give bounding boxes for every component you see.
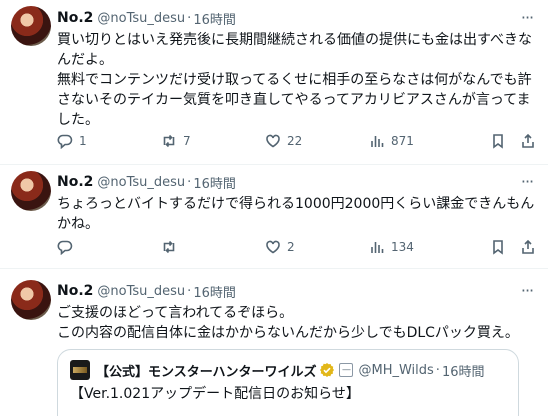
quoted-tweet-text: 【Ver.1.021アップデート配信日のお知らせ】 (70, 386, 360, 402)
tweet-header: No.2 @noTsu_desu · 16時間 (57, 281, 536, 301)
tweet-text: ちょろっとバイトするだけで得られる1000円2000円くらい課金できんもんかね。 (57, 196, 535, 232)
quoted-avatar[interactable] (70, 360, 90, 380)
more-options-icon[interactable]: ··· (518, 8, 536, 27)
author-handle[interactable]: @noTsu_desu (97, 284, 185, 299)
share-button[interactable] (520, 133, 536, 149)
quoted-timestamp[interactable]: 16時間 (442, 361, 485, 380)
quoted-author-handle[interactable]: @MH_Wilds (358, 363, 433, 378)
timestamp[interactable]: 16時間 (193, 282, 236, 301)
bookmark-icon (493, 240, 503, 255)
retweet-button[interactable] (161, 239, 265, 255)
views-count: 871 (391, 134, 414, 148)
views-button[interactable]: 871 (369, 133, 473, 149)
retweet-icon (163, 134, 175, 148)
like-button[interactable]: 2 (265, 239, 369, 255)
reply-button[interactable] (57, 239, 161, 255)
timeline: No.2 @noTsu_desu · 16時間 ··· 買い切りとはいえ発売後に… (0, 0, 548, 416)
retweet-icon (163, 240, 175, 254)
reply-icon (57, 134, 73, 149)
verified-badge-icon (320, 363, 335, 377)
views-button[interactable]: 134 (369, 239, 473, 255)
timestamp[interactable]: 16時間 (193, 9, 236, 28)
reply-button[interactable]: 1 (57, 133, 161, 149)
tweet[interactable]: No.2 @noTsu_desu · 16時間 ··· 買い切りとはいえ発売後に… (0, 0, 548, 165)
tweet-body: No.2 @noTsu_desu · 16時間 ··· 買い切りとはいえ発売後に… (57, 8, 536, 130)
tweet[interactable]: No.2 @noTsu_desu · 16時間 ··· ご支援のほどって言われて… (0, 269, 548, 416)
share-icon (522, 133, 534, 148)
avatar[interactable] (11, 171, 51, 211)
tweet-header: No.2 @noTsu_desu · 16時間 (57, 172, 536, 192)
tweet-actions: 2 134 (57, 237, 536, 257)
retweet-button[interactable]: 7 (161, 133, 265, 149)
quoted-author-name[interactable]: 【公式】モンスターハンターワイルズ (96, 361, 316, 380)
bookmark-button[interactable] (490, 239, 506, 255)
author-handle[interactable]: @noTsu_desu (97, 11, 185, 26)
tweet-text: ご支援のほどって言われてるぞほら。 この内容の配信自体に金はかからないんだから少… (57, 305, 519, 341)
tweet[interactable]: No.2 @noTsu_desu · 16時間 ··· ちょろっとバイトするだけ… (0, 165, 548, 269)
bookmark-icon (493, 134, 503, 149)
tweet-header: No.2 @noTsu_desu · 16時間 (57, 8, 536, 28)
share-icon (522, 239, 534, 254)
timestamp[interactable]: 16時間 (193, 173, 236, 192)
share-button[interactable] (520, 239, 536, 255)
author-handle[interactable]: @noTsu_desu (97, 175, 185, 190)
separator-dot: · (187, 174, 192, 190)
separator-dot: · (187, 283, 192, 299)
like-count: 22 (287, 134, 303, 148)
views-count: 134 (391, 240, 414, 254)
tweet-body: No.2 @noTsu_desu · 16時間 ··· ちょろっとバイトするだけ… (57, 172, 536, 234)
affiliate-badge-icon: — (339, 363, 354, 377)
tweet-body: No.2 @noTsu_desu · 16時間 ··· ご支援のほどって言われて… (57, 281, 536, 343)
heart-icon (266, 134, 280, 148)
like-button[interactable]: 22 (265, 133, 369, 149)
separator-dot: · (435, 362, 440, 378)
tweet-text: 買い切りとはいえ発売後に長期間継続される価値の提供にも金は出すべきなんだよ。 無… (57, 32, 533, 128)
heart-icon (266, 240, 280, 254)
reply-count: 1 (79, 134, 87, 148)
author-name[interactable]: No.2 (57, 283, 93, 299)
more-options-icon[interactable]: ··· (518, 172, 536, 191)
author-name[interactable]: No.2 (57, 174, 93, 190)
more-options-icon[interactable]: ··· (518, 281, 536, 300)
separator-dot: · (187, 10, 192, 26)
views-icon (371, 242, 384, 253)
avatar[interactable] (11, 6, 51, 46)
reply-icon (57, 240, 73, 255)
avatar[interactable] (11, 280, 51, 320)
quoted-tweet[interactable]: 【公式】モンスターハンターワイルズ — @MH_Wilds · 16時間 【Ve… (57, 349, 519, 416)
views-icon (371, 136, 384, 147)
retweet-count: 7 (183, 134, 191, 148)
quoted-tweet-header: 【公式】モンスターハンターワイルズ — @MH_Wilds · 16時間 (70, 360, 506, 380)
bookmark-button[interactable] (490, 133, 506, 149)
like-count: 2 (287, 240, 295, 254)
author-name[interactable]: No.2 (57, 10, 93, 26)
tweet-actions: 1 7 22 871 (57, 131, 536, 151)
